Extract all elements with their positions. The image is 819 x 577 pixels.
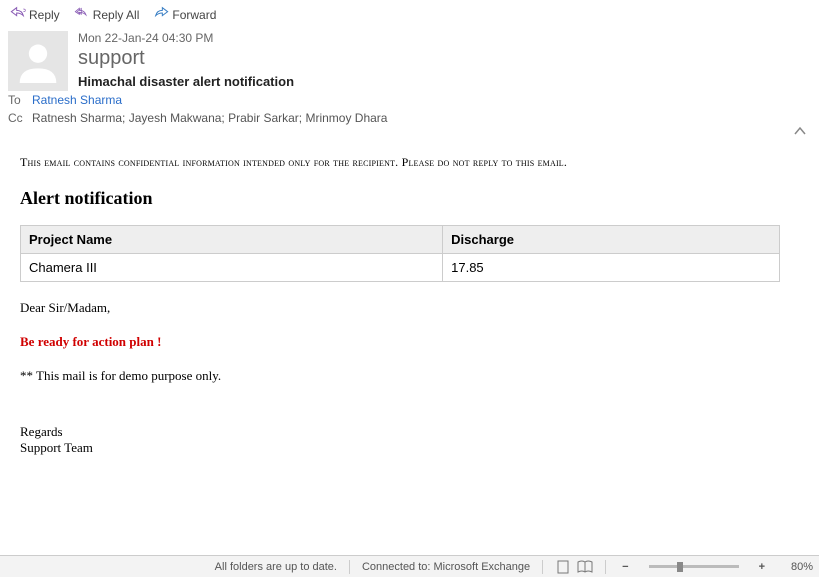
reply-button[interactable]: Reply — [8, 4, 62, 25]
message-header: Mon 22-Jan-24 04:30 PM support Himachal … — [0, 29, 819, 91]
collapse-header-button[interactable] — [793, 124, 807, 141]
zoom-slider[interactable] — [649, 565, 739, 568]
view-normal-button[interactable] — [555, 560, 571, 574]
cc-row: Cc Ratnesh Sharma; Jayesh Makwana; Prabi… — [0, 109, 819, 127]
status-folders: All folders are up to date. — [215, 561, 337, 573]
reply-all-icon — [74, 6, 90, 23]
status-connection: Connected to: Microsoft Exchange — [362, 561, 530, 573]
status-separator — [542, 560, 543, 574]
col-discharge: Discharge — [443, 226, 780, 254]
forward-button[interactable]: Forward — [151, 4, 218, 25]
message-timestamp: Mon 22-Jan-24 04:30 PM — [78, 31, 811, 45]
page-icon — [555, 560, 571, 574]
forward-icon — [153, 6, 169, 23]
message-subject: Himachal disaster alert notification — [78, 74, 811, 89]
chevron-up-icon — [793, 127, 807, 141]
status-separator — [605, 560, 606, 574]
view-reading-button[interactable] — [577, 560, 593, 574]
zoom-out-button[interactable]: − — [618, 561, 632, 573]
alert-heading: Alert notification — [20, 188, 799, 209]
signature-team: Support Team — [20, 440, 799, 456]
cc-recipients: Ratnesh Sharma; Jayesh Makwana; Prabir S… — [32, 111, 387, 125]
cell-project-name: Chamera III — [21, 254, 443, 282]
book-icon — [577, 560, 593, 574]
zoom-in-button[interactable]: + — [755, 561, 769, 573]
action-plan-line: Be ready for action plan ! — [20, 334, 799, 350]
reply-all-label: Reply All — [93, 8, 140, 22]
cc-label: Cc — [8, 111, 32, 125]
table-header-row: Project Name Discharge — [21, 226, 780, 254]
message-sender: support — [78, 47, 811, 70]
zoom-slider-thumb[interactable] — [677, 562, 683, 572]
reply-icon — [10, 6, 26, 23]
reply-all-button[interactable]: Reply All — [72, 4, 142, 25]
view-switcher — [555, 560, 593, 574]
forward-label: Forward — [172, 8, 216, 22]
regards: Regards — [20, 424, 799, 440]
to-row: To Ratnesh Sharma — [0, 91, 819, 109]
alert-table: Project Name Discharge Chamera III 17.85 — [20, 225, 780, 282]
confidential-notice: This email contains confidential informa… — [20, 155, 799, 170]
message-toolbar: Reply Reply All Forward — [0, 0, 819, 29]
sender-avatar — [8, 31, 68, 91]
salutation: Dear Sir/Madam, — [20, 300, 799, 316]
message-body: This email contains confidential informa… — [0, 127, 819, 466]
col-project-name: Project Name — [21, 226, 443, 254]
to-recipient[interactable]: Ratnesh Sharma — [32, 93, 122, 107]
demo-notice: ** This mail is for demo purpose only. — [20, 368, 799, 384]
table-row: Chamera III 17.85 — [21, 254, 780, 282]
cell-discharge: 17.85 — [443, 254, 780, 282]
status-bar: All folders are up to date. Connected to… — [0, 555, 819, 577]
reply-label: Reply — [29, 8, 60, 22]
status-separator — [349, 560, 350, 574]
to-label: To — [8, 93, 32, 107]
zoom-percent[interactable]: 80% — [781, 561, 813, 573]
